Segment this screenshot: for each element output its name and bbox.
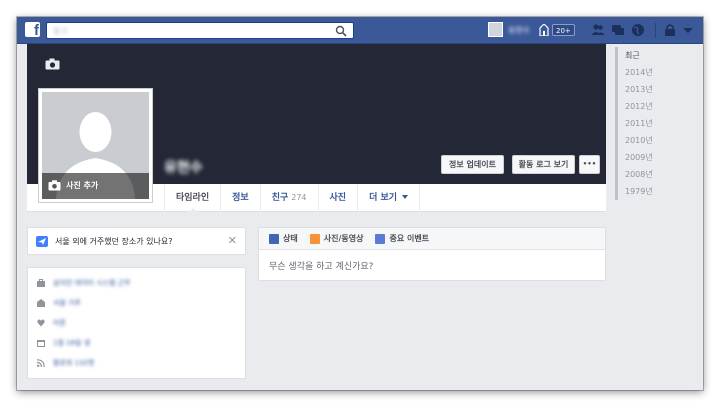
composer-tab-life-event[interactable]: 중요 이벤트 — [375, 233, 429, 244]
browser-window: f 찾기 유현수 20+ 유현수 정보 업데이트 활동 로그 보기 ••• 사진… — [17, 17, 703, 390]
composer-tab-photo[interactable]: 사진/동영상 — [309, 233, 364, 244]
plane-icon — [36, 236, 48, 247]
places-prompt-card: 서울 외에 거주했던 장소가 있나요? ✕ — [27, 227, 246, 255]
friends-count: 274 — [291, 193, 307, 202]
intro-followers-text[interactable]: 팔로워 132명 — [53, 358, 94, 368]
topbar-divider — [655, 23, 656, 38]
facebook-logo[interactable]: f — [25, 22, 40, 37]
rss-icon — [37, 359, 45, 367]
intro-location-text[interactable]: 서울 거주 — [53, 298, 81, 308]
intro-item-relationship: 미혼 — [28, 313, 247, 333]
tab-more[interactable]: 더 보기 — [357, 184, 421, 212]
school-icon — [37, 299, 45, 307]
places-prompt-text[interactable]: 서울 외에 거주했던 장소가 있나요? — [55, 236, 172, 247]
add-photo-button[interactable]: 사진 추가 — [42, 173, 149, 199]
friend-requests-icon[interactable] — [591, 23, 605, 37]
close-icon[interactable]: ✕ — [228, 234, 237, 248]
tab-photos-label: 사진 — [329, 193, 347, 203]
year-item[interactable]: 1979년 — [618, 183, 695, 200]
photo-icon — [309, 233, 320, 244]
intro-card: 삼지안 데이터 시스템 근무 서울 거주 미혼 1월 16일 생 팔로워 132… — [27, 267, 246, 379]
search-input[interactable]: 찾기 — [46, 22, 354, 39]
tab-friends[interactable]: 친구 274 — [259, 184, 318, 212]
search-placeholder: 찾기 — [53, 27, 68, 36]
year-item[interactable]: 2009년 — [618, 149, 695, 166]
composer-input[interactable]: 무슨 생각을 하고 계신가요? — [269, 259, 373, 272]
account-menu-chevron-down-icon[interactable] — [681, 23, 695, 37]
intro-item-followers: 팔로워 132명 — [28, 353, 247, 373]
update-info-button[interactable]: 정보 업데이트 — [441, 155, 504, 174]
tab-more-label: 더 보기 — [369, 193, 398, 203]
post-composer: 상태 사진/동영상 중요 이벤트 무슨 생각을 하고 계신가요? — [258, 227, 606, 281]
intro-item-location: 서울 거주 — [28, 293, 247, 313]
user-avatar[interactable] — [488, 22, 503, 37]
top-navigation-bar: f 찾기 유현수 20+ — [17, 17, 703, 44]
composer-tab-photo-label: 사진/동영상 — [323, 234, 364, 243]
year-item[interactable]: 2012년 — [618, 98, 695, 115]
tab-photos[interactable]: 사진 — [317, 184, 358, 212]
briefcase-icon — [37, 279, 45, 287]
heart-icon — [37, 319, 45, 327]
year-item[interactable]: 2013년 — [618, 81, 695, 98]
messages-icon[interactable] — [611, 23, 625, 37]
year-item[interactable]: 2008년 — [618, 166, 695, 183]
privacy-lock-icon[interactable] — [663, 23, 677, 37]
flag-icon — [375, 233, 386, 244]
tab-about-label: 정보 — [232, 193, 249, 203]
view-activity-log-button[interactable]: 활동 로그 보기 — [512, 155, 575, 174]
profile-picture[interactable]: 사진 추가 — [38, 88, 153, 203]
intro-item-work: 삼지안 데이터 시스템 근무 — [28, 273, 247, 293]
calendar-icon — [37, 340, 45, 347]
user-name-link[interactable]: 유현수 — [508, 25, 530, 36]
intro-relationship-text[interactable]: 미혼 — [53, 318, 66, 328]
notifications-globe-icon[interactable] — [631, 23, 645, 37]
more-options-button[interactable]: ••• — [579, 155, 600, 174]
year-item[interactable]: 2010년 — [618, 132, 695, 149]
tab-friends-label: 친구 — [271, 193, 289, 203]
composer-tab-status-label: 상태 — [283, 234, 298, 243]
camera-icon — [48, 180, 61, 191]
search-icon[interactable] — [335, 25, 347, 37]
timeline-year-nav: 최근 2014년 2013년 2012년 2011년 2010년 2009년 2… — [615, 47, 695, 200]
year-item-recent[interactable]: 최근 — [618, 47, 695, 64]
composer-tab-life-event-label: 중요 이벤트 — [389, 234, 430, 243]
composer-tabs: 상태 사진/동영상 중요 이벤트 — [259, 228, 605, 250]
year-item[interactable]: 2014년 — [618, 64, 695, 81]
profile-name[interactable]: 유현수 — [164, 157, 203, 177]
add-photo-label: 사진 추가 — [66, 181, 99, 190]
tab-about[interactable]: 정보 — [220, 184, 260, 212]
chevron-down-icon — [402, 195, 409, 199]
composer-tab-status[interactable]: 상태 — [269, 233, 298, 244]
pencil-icon — [269, 233, 279, 244]
intro-item-birthday: 1월 16일 생 — [28, 333, 247, 353]
home-count-badge[interactable]: 20+ — [552, 24, 575, 36]
year-item[interactable]: 2011년 — [618, 115, 695, 132]
tab-timeline-label: 타임라인 — [176, 193, 210, 203]
profile-tabs: 타임라인 정보 친구 274 사진 더 보기 — [164, 184, 421, 213]
tab-timeline[interactable]: 타임라인 — [164, 184, 220, 213]
intro-work-text[interactable]: 삼지안 데이터 시스템 근무 — [53, 278, 131, 288]
camera-icon[interactable] — [45, 58, 60, 70]
home-icon[interactable] — [539, 24, 549, 36]
intro-birthday-text[interactable]: 1월 16일 생 — [53, 338, 90, 348]
